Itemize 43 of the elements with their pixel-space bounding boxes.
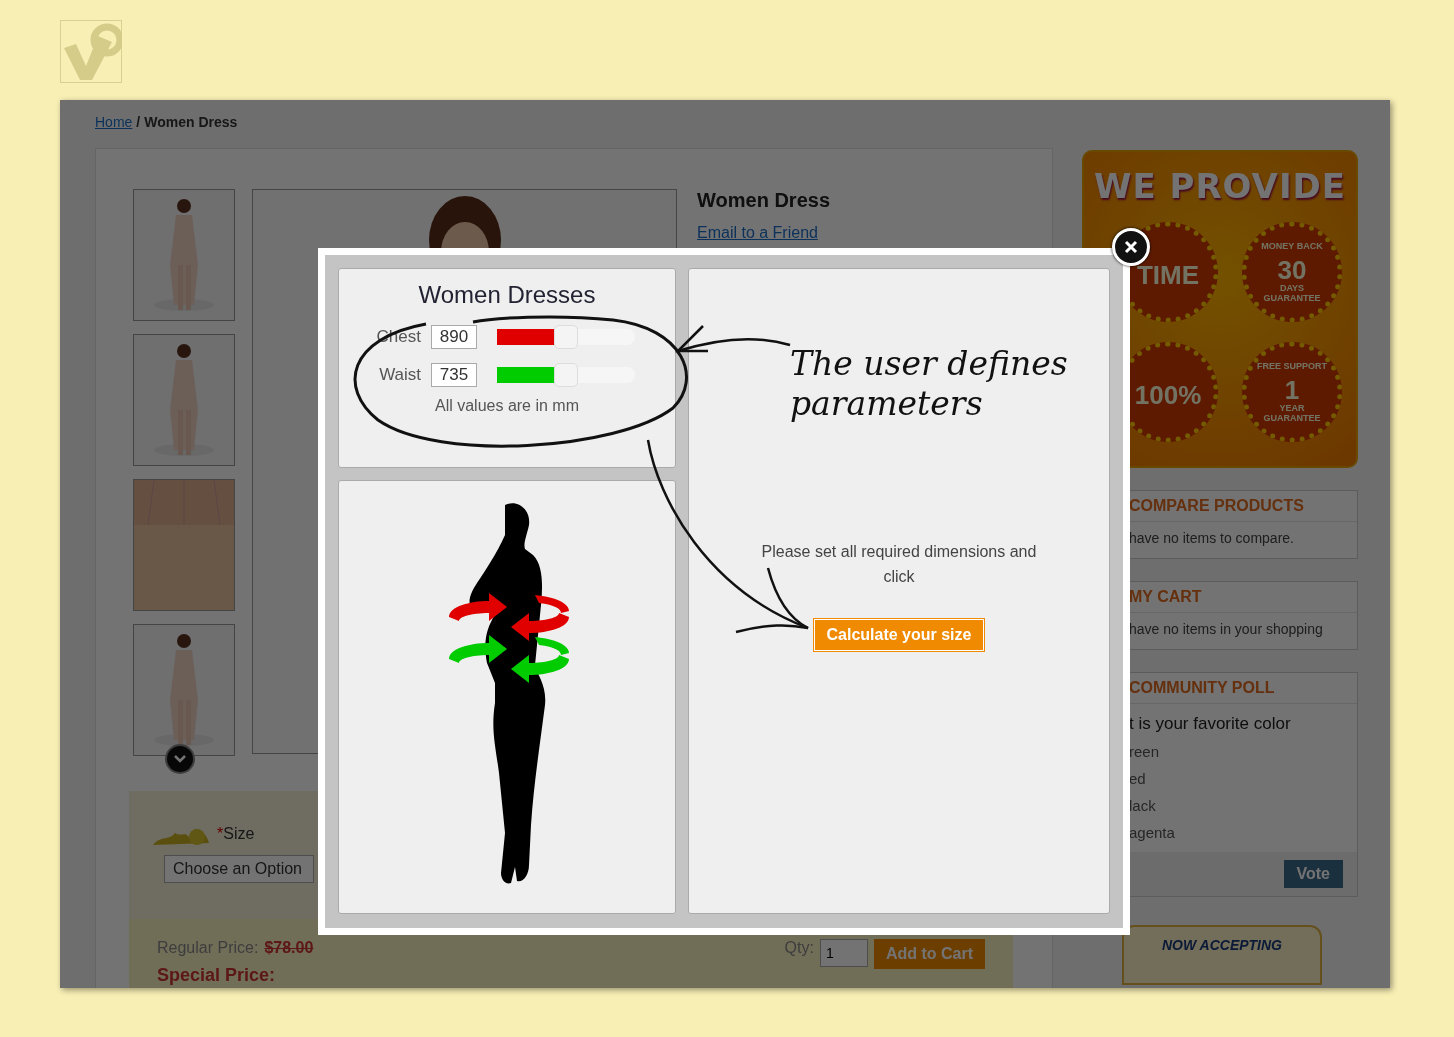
badge-value: 1: [1284, 374, 1300, 403]
regular-price: $78.00: [264, 939, 314, 957]
badge-caption: MONEY BACK: [1261, 241, 1323, 251]
banner-title: WE PROVIDE: [1093, 166, 1347, 206]
waist-arrows-icon: [449, 635, 569, 683]
panel-title: Women Dresses: [418, 281, 596, 309]
poll-question: t is your favorite color: [1128, 713, 1292, 735]
badge-value: TIME: [1136, 259, 1200, 288]
logo-icon: [60, 20, 122, 83]
size-label: *Size: [217, 825, 255, 843]
chevron-down-icon: [173, 754, 187, 764]
special-price-label: Special Price:: [157, 965, 277, 986]
breadcrumb-separator: /: [136, 114, 141, 130]
size-select[interactable]: Choose an Option: [164, 855, 314, 883]
close-icon: [1124, 240, 1138, 254]
badge-value: 100%: [1134, 379, 1202, 408]
product-title: Women Dress: [697, 189, 830, 212]
badge-caption: GUARANTEE: [1263, 293, 1321, 303]
payment-caption: NOW ACCEPTING: [1161, 937, 1282, 955]
chest-arrows-icon: [449, 593, 569, 641]
instruction-text: Please set all required dimensions and click: [760, 542, 1038, 587]
measure-field[interactable]: 890: [431, 325, 477, 349]
annotation-text: The user defines parameters: [790, 344, 1069, 424]
units-note: All values are in mm: [434, 397, 579, 415]
breadcrumb-link[interactable]: Home: [95, 114, 133, 130]
scroll-down-button[interactable]: [165, 744, 195, 774]
calculate-size-button[interactable]: Calculate your size: [813, 619, 985, 651]
badge-caption: FREE SUPPORT: [1257, 361, 1327, 371]
block-text: have no items in your shopping: [1128, 620, 1324, 639]
badge-value: 30: [1277, 254, 1307, 283]
email-friend-link[interactable]: Email to a Friend: [697, 224, 830, 242]
slider-thumb[interactable]: [554, 363, 578, 387]
measure-label: Waist: [378, 365, 421, 385]
measure-field[interactable]: 735: [431, 363, 477, 387]
badge-caption: GUARANTEE: [1263, 413, 1321, 423]
block-text: have no items to compare.: [1128, 529, 1295, 548]
badge-unit: YEAR: [1279, 403, 1305, 413]
slider-thumb[interactable]: [554, 325, 578, 349]
vote-button[interactable]: Vote: [1283, 860, 1343, 888]
add-to-cart-button[interactable]: Add to Cart: [873, 939, 985, 969]
breadcrumb-current: Women Dress: [144, 114, 238, 130]
badge-unit: DAYS: [1279, 283, 1305, 293]
qty-field[interactable]: 1: [819, 939, 868, 967]
